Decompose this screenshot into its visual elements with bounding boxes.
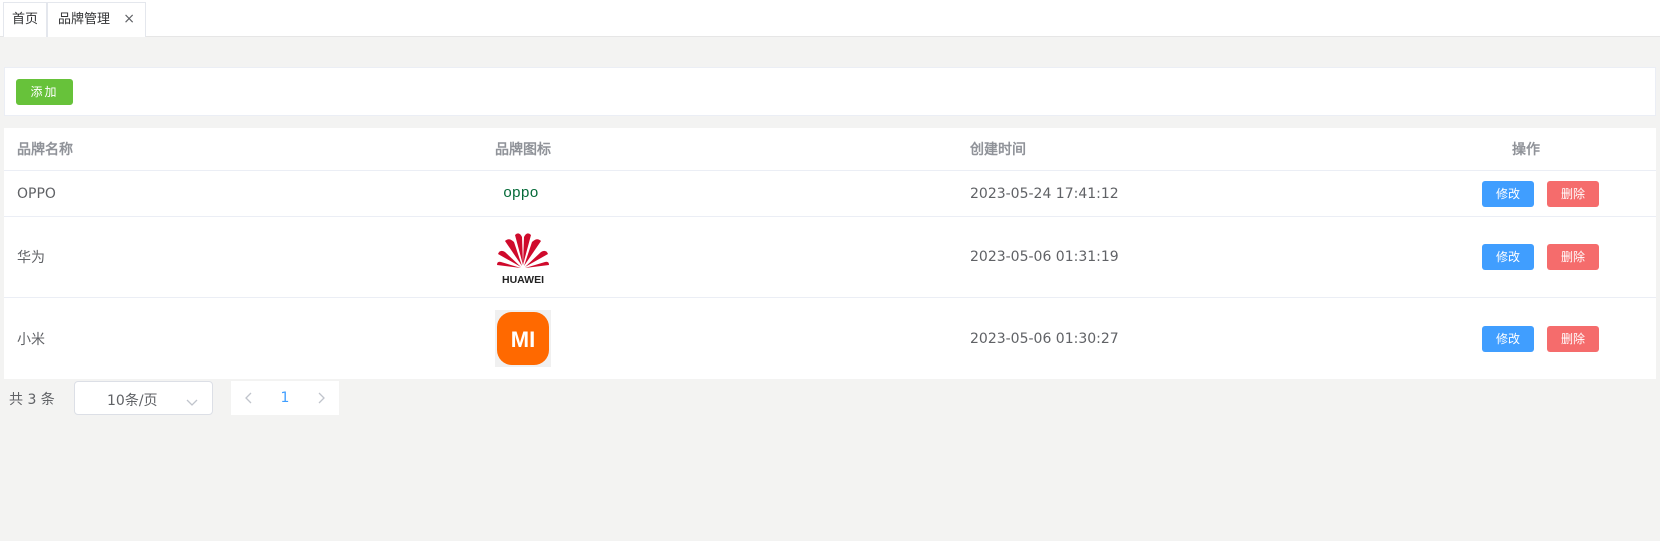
pagination: 共 3 条 10条/页 1	[0, 380, 400, 416]
chevron-right-icon	[318, 392, 325, 404]
page-size-value: 10条/页	[107, 393, 158, 409]
created-time: 2023-05-06 01:31:19	[970, 249, 1119, 265]
delete-button[interactable]: 删除	[1547, 180, 1599, 207]
tab-bar: 首页 品牌管理 ×	[0, 0, 1660, 37]
row-actions: 修改 删除	[1482, 171, 1660, 216]
oppo-logo: oppo	[495, 171, 547, 216]
table-row: 华为 HUAWEI 2023-05-06 01:31:19 修改 删除	[4, 217, 1656, 298]
edit-button[interactable]: 修改	[1482, 244, 1534, 270]
tab-home[interactable]: 首页	[3, 2, 47, 37]
toolbar: 添加	[4, 67, 1656, 116]
header-created-time: 创建时间	[970, 142, 1026, 158]
brand-name: 小米	[17, 331, 45, 348]
next-page-button[interactable]	[303, 381, 339, 415]
chevron-down-icon	[186, 395, 198, 411]
table-row: OPPO oppo 2023-05-24 17:41:12 修改 删除	[4, 171, 1656, 217]
edit-button[interactable]: 修改	[1482, 180, 1534, 207]
chevron-left-icon	[245, 392, 252, 404]
brand-name: 华为	[17, 250, 45, 266]
tab-brand-management[interactable]: 品牌管理 ×	[47, 2, 146, 37]
header-brand-icon: 品牌图标	[495, 142, 551, 158]
created-time: 2023-05-24 17:41:12	[970, 185, 1119, 202]
created-time: 2023-05-06 01:30:27	[970, 330, 1119, 347]
delete-button[interactable]: 删除	[1547, 325, 1599, 352]
table-row: 小米 MI 2023-05-06 01:30:27 修改 删除	[4, 298, 1656, 379]
huawei-logo: HUAWEI	[495, 217, 551, 297]
tab-home-label: 首页	[11, 12, 38, 27]
tab-brand-label: 品牌管理	[58, 12, 111, 27]
header-actions: 操作	[1512, 142, 1540, 158]
close-icon[interactable]: ×	[123, 3, 135, 36]
add-button[interactable]: 添加	[16, 79, 73, 105]
brand-table: 品牌名称 品牌图标 创建时间 操作 OPPO oppo 2023-05-24 1…	[4, 128, 1656, 379]
row-actions: 修改 删除	[1482, 298, 1660, 379]
mi-logo-text: MI	[511, 327, 535, 352]
mi-logo: MI	[495, 298, 551, 379]
delete-button[interactable]: 删除	[1547, 244, 1599, 270]
header-brand-name: 品牌名称	[17, 142, 73, 158]
row-actions: 修改 删除	[1482, 217, 1660, 297]
oppo-logo-text: oppo	[503, 184, 538, 201]
brand-name: OPPO	[17, 185, 56, 202]
total-count: 共 3 条	[9, 392, 55, 408]
edit-button[interactable]: 修改	[1482, 325, 1534, 352]
page-size-select[interactable]: 10条/页	[74, 381, 213, 415]
page-number-button[interactable]: 1	[267, 381, 303, 415]
huawei-logo-text: HUAWEI	[502, 274, 544, 286]
prev-page-button[interactable]	[231, 381, 267, 415]
table-header: 品牌名称 品牌图标 创建时间 操作	[4, 128, 1656, 171]
